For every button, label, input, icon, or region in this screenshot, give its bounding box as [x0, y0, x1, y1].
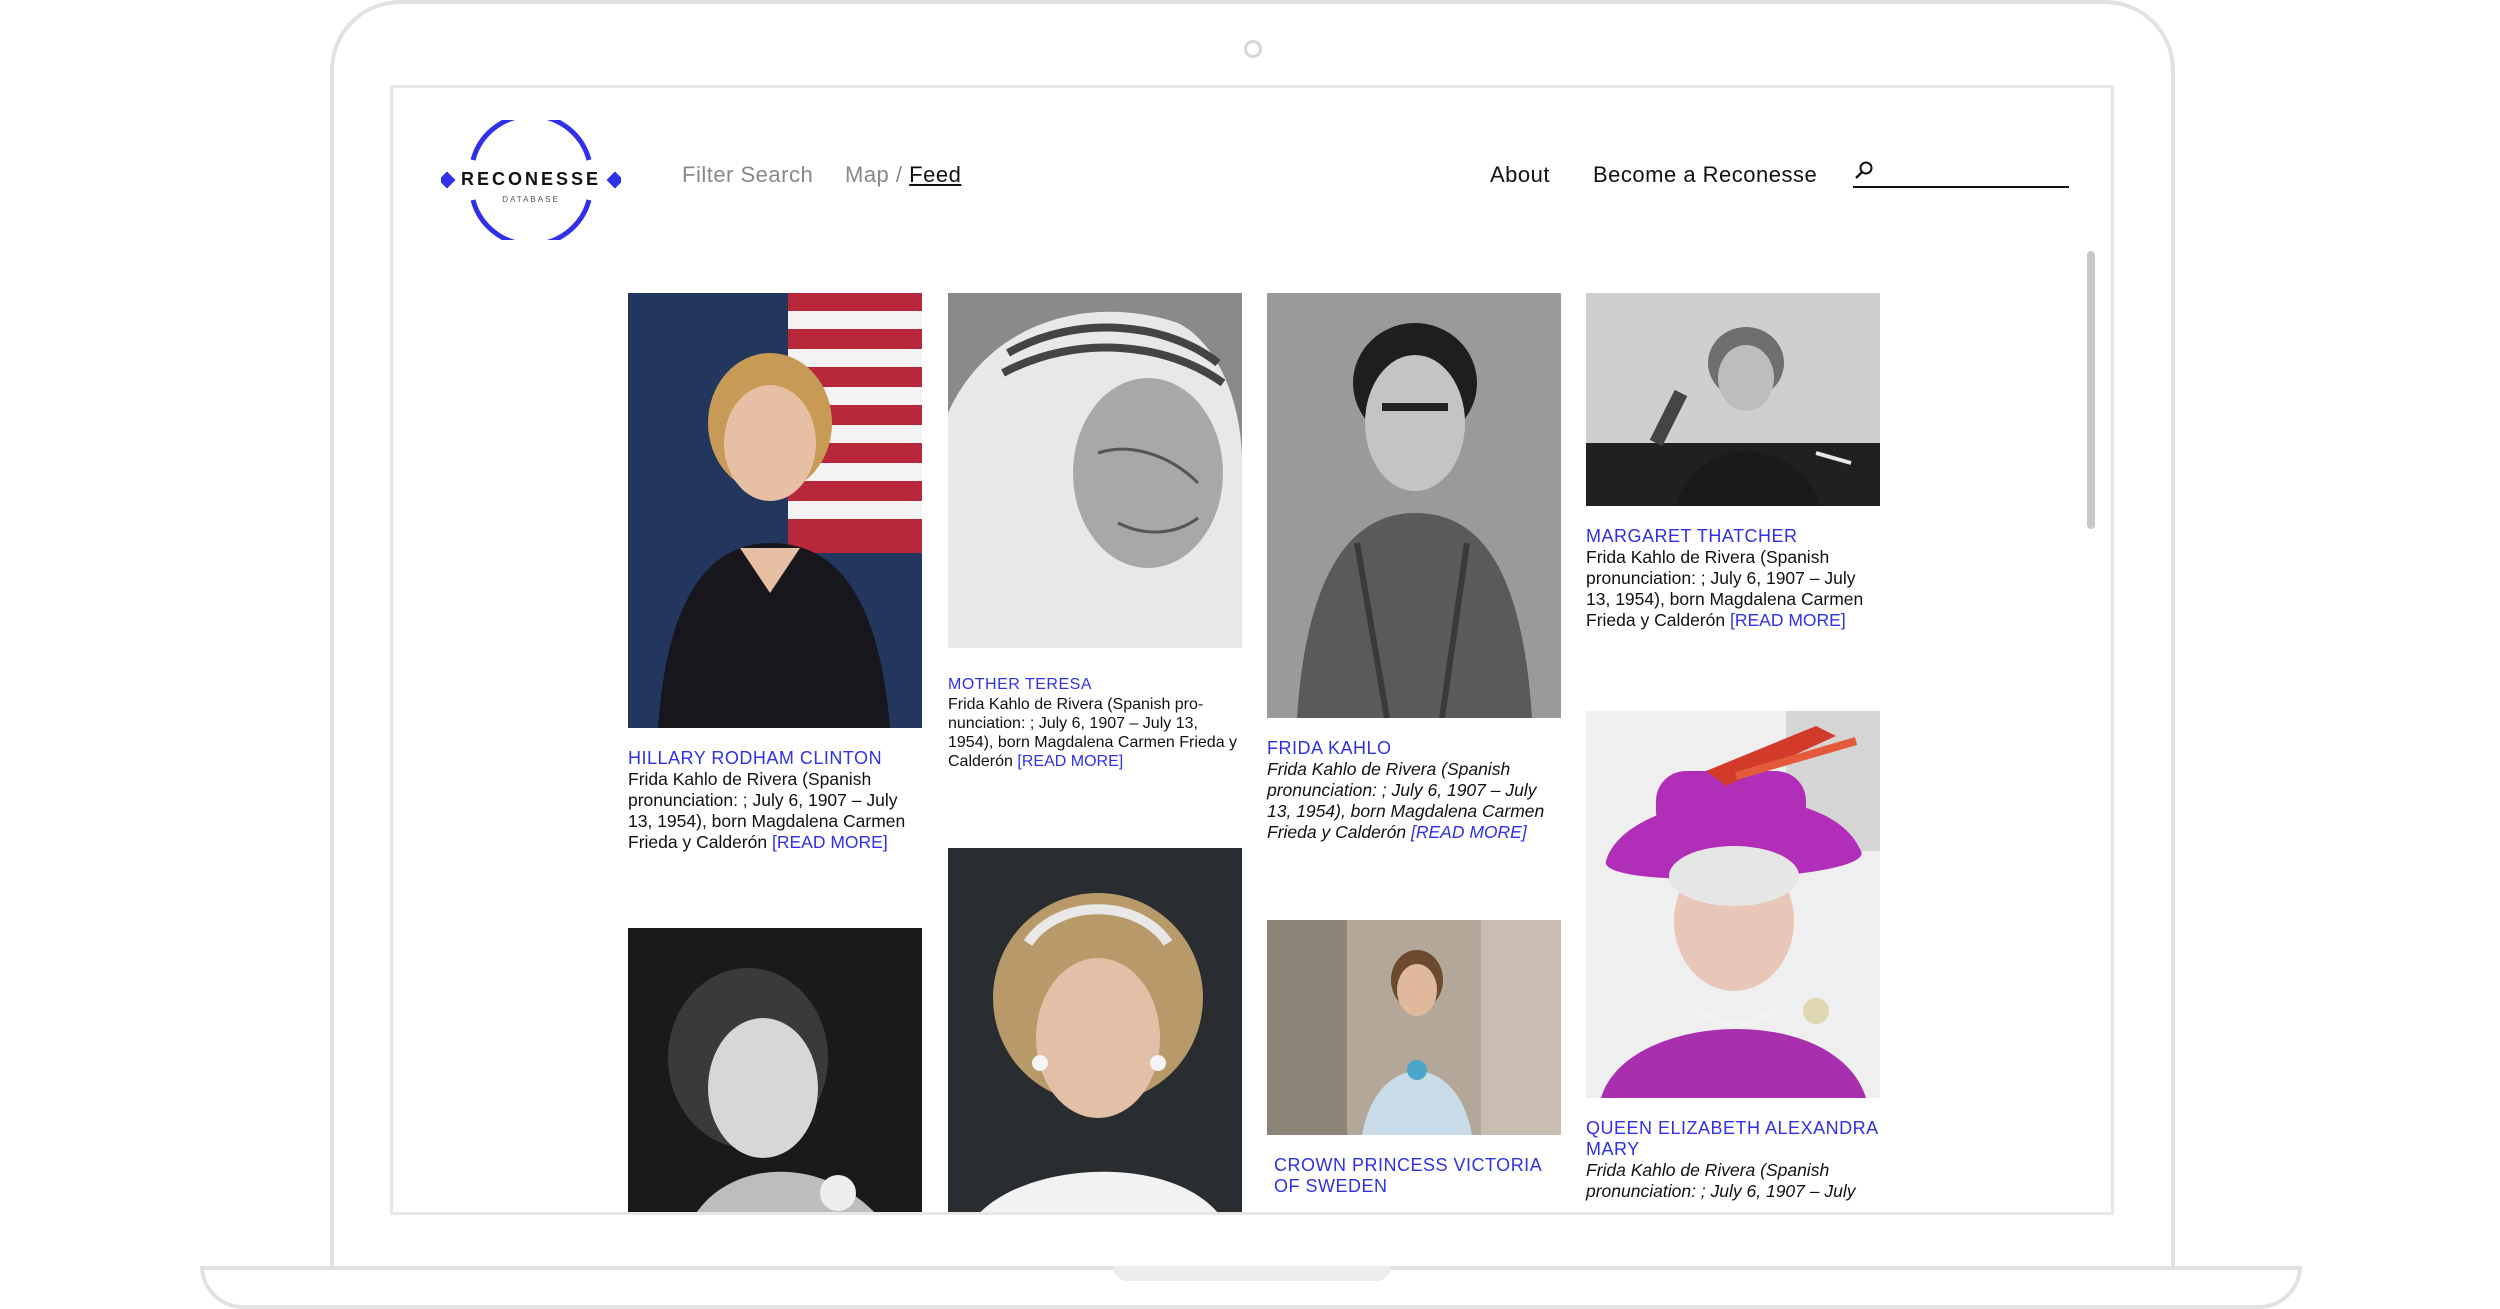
nav-filter-search[interactable]: Filter Search: [682, 162, 813, 188]
nav-separator: /: [895, 162, 903, 187]
card-description: Frida Kahlo de Rivera (Spanish pronuncia…: [1586, 1160, 1880, 1202]
photo-princess-diana[interactable]: [948, 848, 1242, 1215]
card-description: Frida Kahlo de Rivera (Spanish pro-nunci…: [948, 695, 1242, 771]
photo-frida-kahlo[interactable]: [1267, 293, 1561, 718]
card-description: Frida Kahlo de Rivera (Spanish pronuncia…: [1586, 547, 1880, 631]
photo-queen-elizabeth[interactable]: [1586, 711, 1880, 1098]
nav-about[interactable]: About: [1490, 162, 1550, 188]
nav-become-reconesse[interactable]: Become a Reconesse: [1593, 162, 1817, 188]
card-name[interactable]: MARGARET THATCHER: [1586, 526, 1880, 547]
card-hillary-clinton: HILLARY RODHAM CLINTON Frida Kahlo de Ri…: [628, 293, 922, 853]
logo-subtitle: DATABASE: [502, 195, 560, 204]
card-margaret-thatcher: MARGARET THATCHER Frida Kahlo de Rivera …: [1586, 293, 1880, 631]
card-queen-elizabeth: QUEEN ELIZABETH ALEXANDRA MARY Frida Kah…: [1586, 711, 1880, 1202]
nav-feed[interactable]: Feed: [909, 162, 961, 187]
card-crown-princess-victoria: CROWN PRINCESS VICTORIA OF SWEDEN: [1267, 920, 1561, 1197]
card-mother-teresa: MOTHER TERESA Frida Kahlo de Rivera (Spa…: [948, 293, 1242, 771]
card-frida-kahlo: FRIDA KAHLO Frida Kahlo de Rivera (Spani…: [1267, 293, 1561, 843]
laptop-notch: [1113, 1266, 1391, 1281]
photo-grace-kelly[interactable]: [628, 928, 922, 1215]
card-name[interactable]: HILLARY RODHAM CLINTON: [628, 748, 922, 769]
card-grace-kelly: [628, 928, 922, 1215]
photo-crown-princess-victoria[interactable]: [1267, 920, 1561, 1135]
nav-map-group: Map / Feed: [845, 162, 961, 188]
camera-icon: [1244, 40, 1262, 58]
card-name[interactable]: MOTHER TERESA: [948, 674, 1242, 695]
read-more-link[interactable]: [READ MORE]: [1411, 822, 1527, 842]
browser-screen: RECONESSE DATABASE Filter Search Map / F…: [390, 85, 2114, 1215]
nav-map[interactable]: Map: [845, 162, 889, 187]
photo-mother-teresa[interactable]: [948, 293, 1242, 648]
card-description: Frida Kahlo de Rivera (Spanish pronuncia…: [628, 769, 922, 853]
search-input[interactable]: [1853, 160, 2069, 188]
read-more-link[interactable]: [READ MORE]: [1730, 610, 1846, 630]
scrollbar-thumb[interactable]: [2087, 251, 2095, 529]
card-name[interactable]: FRIDA KAHLO: [1267, 738, 1561, 759]
photo-hillary-clinton[interactable]: [628, 293, 922, 728]
card-description: Frida Kahlo de Rivera (Spanish pronuncia…: [1267, 759, 1561, 843]
read-more-link[interactable]: [READ MORE]: [1017, 753, 1123, 770]
reconesse-logo[interactable]: RECONESSE DATABASE: [438, 112, 624, 248]
read-more-link[interactable]: [READ MORE]: [772, 832, 888, 852]
card-name[interactable]: QUEEN ELIZABETH ALEXANDRA MARY: [1586, 1118, 1880, 1160]
card-name[interactable]: CROWN PRINCESS VICTORIA OF SWEDEN: [1267, 1155, 1561, 1197]
logo-title: RECONESSE: [460, 169, 602, 189]
photo-margaret-thatcher[interactable]: [1586, 293, 1880, 506]
card-princess-diana: [948, 848, 1242, 1215]
search-icon[interactable]: [1853, 160, 1875, 182]
card-desc-text: Frida Kahlo de Rivera (Spanish pronuncia…: [1586, 1160, 1856, 1201]
